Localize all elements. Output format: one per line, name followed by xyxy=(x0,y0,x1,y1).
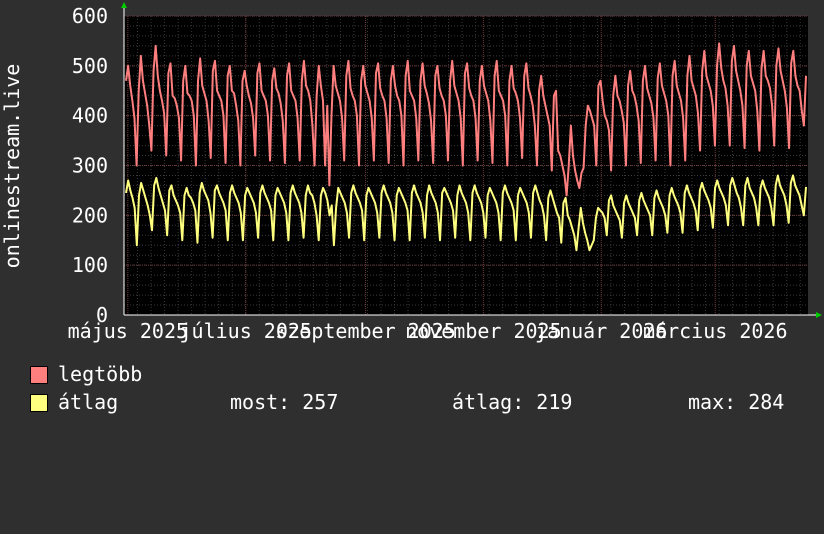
y-tick-label: 500 xyxy=(72,54,108,78)
y-tick-label: 300 xyxy=(72,154,108,178)
y-tick-label: 100 xyxy=(72,253,108,277)
legend-label-atlag: átlag xyxy=(58,390,119,414)
legend-swatch-atlag xyxy=(30,394,48,412)
y-axis-label: onlinestream.live xyxy=(0,64,24,269)
y-tick-label: 600 xyxy=(72,4,108,28)
legend-item-atlag: átlag most: 257 átlag: 219 max: 284 xyxy=(30,390,820,414)
x-tick-label: március 2026 xyxy=(643,319,788,343)
x-tick-label: május 2025 xyxy=(68,319,188,343)
legend-item-legtobb: legtöbb xyxy=(30,362,820,386)
line-chart: 0100200300400500600május 2025július 2025… xyxy=(0,2,822,343)
stat-most: most: 257 xyxy=(230,390,339,414)
y-tick-label: 400 xyxy=(72,104,108,128)
legend-label-legtobb: legtöbb xyxy=(58,362,143,386)
legend-swatch-legtobb xyxy=(30,366,48,384)
x-axis-arrow xyxy=(816,312,822,318)
y-axis-arrow xyxy=(121,2,127,8)
stat-max: max: 284 xyxy=(688,390,785,414)
stat-atlag: átlag: 219 xyxy=(452,390,573,414)
y-tick-label: 200 xyxy=(72,203,108,227)
